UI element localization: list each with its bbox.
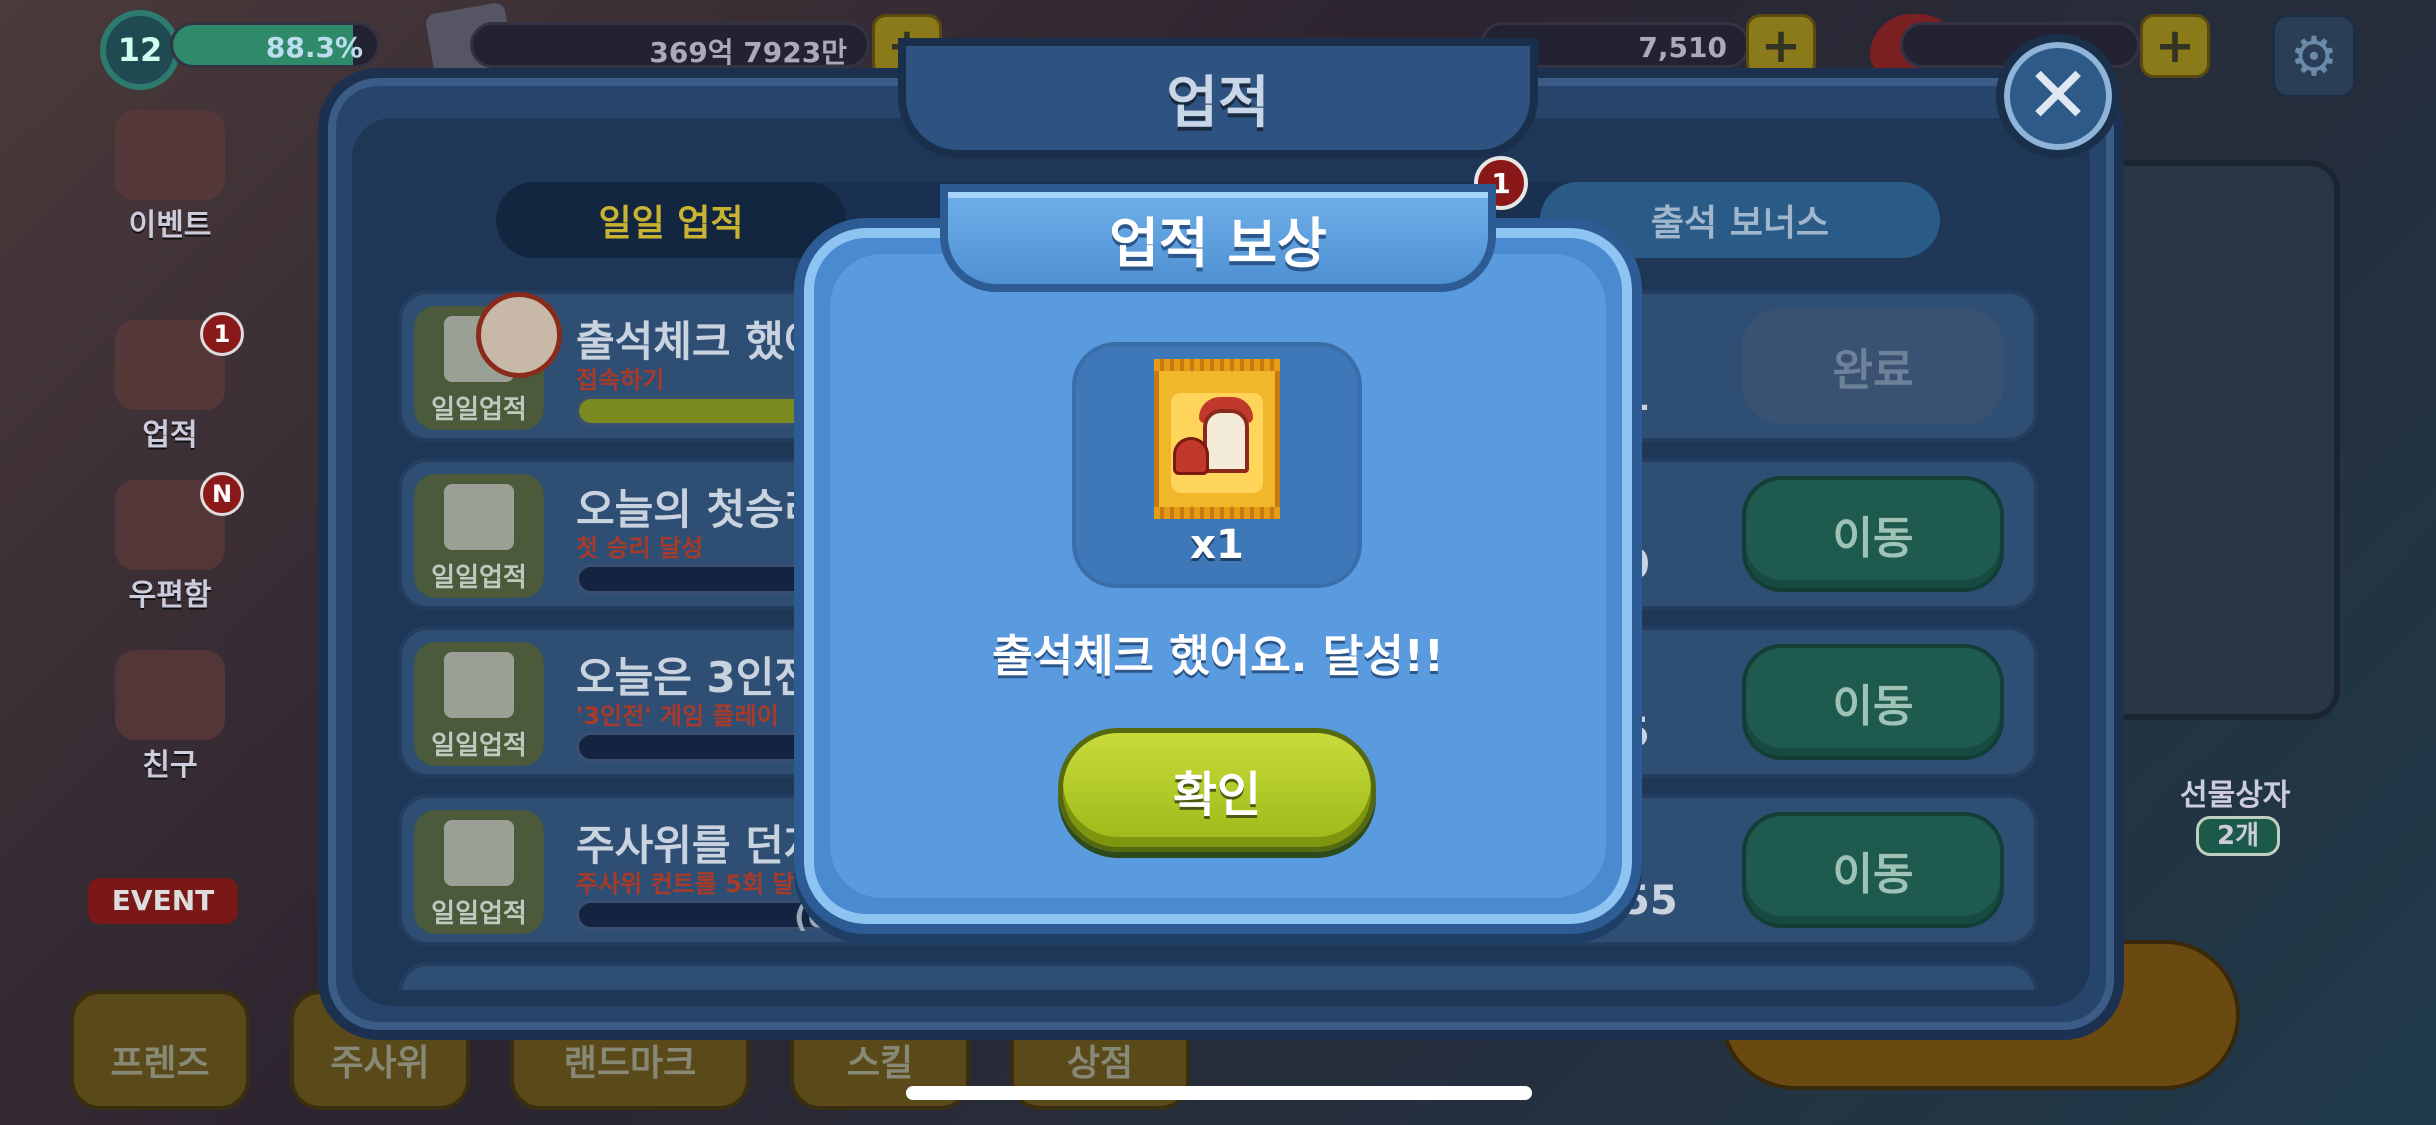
row-subtitle: 주사위 컨트롤 5회 달	[576, 870, 795, 898]
xp-percent-text: 88.3%	[265, 31, 363, 64]
row-category: 일일업적	[431, 395, 527, 425]
side-item-label: 친구	[142, 748, 198, 783]
daily-achievement-icon: 일일업적	[414, 810, 544, 934]
row-category: 일일업적	[431, 899, 527, 929]
mushroom-icon	[1173, 437, 1209, 475]
tab-daily-achievements[interactable]: 일일 업적	[496, 182, 846, 258]
go-button[interactable]: 이동	[1742, 644, 2004, 760]
new-badge: N	[200, 472, 244, 516]
money-amount: 369억 7923만	[649, 36, 847, 69]
xp-progress-bar: 88.3%	[170, 22, 380, 68]
settings-gear-icon[interactable]: ⚙	[2272, 14, 2356, 98]
megaphone-icon	[115, 110, 225, 200]
side-item-event[interactable]: 이벤트	[80, 110, 260, 244]
daily-achievement-icon: 일일업적	[414, 642, 544, 766]
friend-character-icon	[115, 650, 225, 740]
reward-item-quantity: x1	[1190, 522, 1244, 568]
close-icon: ✕	[2025, 51, 2091, 141]
row-subtitle: '3인전' 게임 플레이	[576, 702, 779, 730]
document-icon	[444, 820, 514, 886]
side-item-label: 우편함	[128, 578, 212, 613]
completed-stamp-icon	[476, 292, 562, 378]
coin-amount: 7,510	[1638, 31, 1727, 64]
daily-achievement-icon: 일일업적	[414, 474, 544, 598]
row-subtitle: 접속하기	[576, 366, 665, 394]
side-item-achievements[interactable]: 업적 1	[80, 312, 260, 454]
go-button[interactable]: 이동	[1742, 476, 2004, 592]
document-icon	[444, 484, 514, 550]
achievements-title: 업적	[1166, 70, 1270, 136]
complete-button: 완료	[1742, 308, 2004, 424]
tab-friends[interactable]: 프렌즈	[70, 990, 250, 1110]
snack-pack-icon	[1154, 359, 1280, 519]
row-category: 일일업적	[431, 731, 527, 761]
house-icon	[1203, 409, 1249, 473]
notification-badge: 1	[200, 312, 244, 356]
reward-title: 업적 보상	[1109, 211, 1327, 275]
row-category: 일일업적	[431, 563, 527, 593]
add-gem-button[interactable]: +	[2140, 14, 2210, 78]
side-item-friends[interactable]: 친구	[80, 650, 260, 784]
achievements-title-plate: 업적	[898, 38, 1538, 158]
side-item-label: 업적	[142, 418, 198, 453]
side-item-mailbox[interactable]: 우편함 N	[80, 472, 260, 614]
document-icon	[444, 652, 514, 718]
reward-message: 출석체크 했어요. 달성!!	[992, 631, 1444, 682]
side-item-label: 이벤트	[128, 208, 212, 243]
reward-title-plate: 업적 보상	[940, 184, 1496, 292]
list-item-partial	[398, 962, 2038, 990]
go-button[interactable]: 이동	[1742, 812, 2004, 928]
level-badge: 12	[100, 10, 180, 90]
home-indicator[interactable]	[906, 1086, 1532, 1100]
gift-box-label: 선물상자	[2180, 778, 2291, 813]
row-subtitle: 첫 승리 달성	[576, 534, 704, 562]
close-button[interactable]: ✕	[1996, 34, 2120, 158]
confirm-button[interactable]: 확인	[1058, 728, 1376, 852]
money-display: 369억 7923만	[470, 22, 870, 69]
gift-box-count: 2개	[2196, 816, 2280, 856]
